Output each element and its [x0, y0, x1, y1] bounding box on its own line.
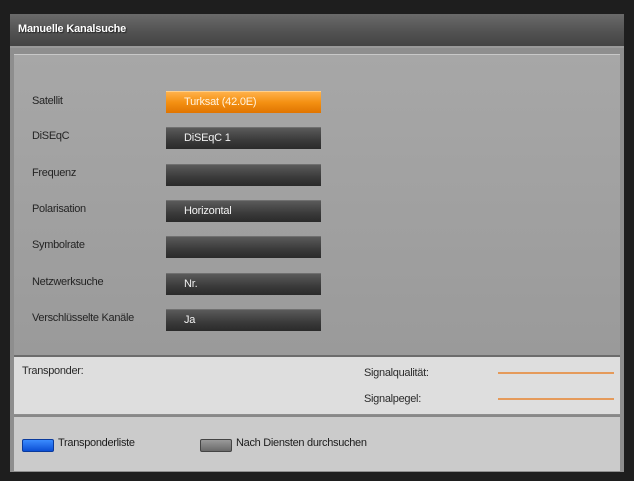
- signal-quality-meter: [498, 372, 614, 374]
- transponder-list-label: Transponderliste: [58, 437, 135, 449]
- symbolrate-label: Symbolrate: [32, 239, 85, 251]
- signal-level-label: Signalpegel:: [364, 393, 421, 405]
- signal-quality-label: Signalqualität:: [364, 367, 429, 379]
- transponder-label: Transponder:: [22, 365, 84, 377]
- encrypted-channels-label: Verschlüsselte Kanäle: [32, 312, 134, 324]
- tv-frame: Manuelle Kanalsuche Satellit Turksat (42…: [0, 0, 634, 481]
- frequency-field[interactable]: [166, 164, 321, 186]
- network-search-label: Netzwerksuche: [32, 276, 104, 288]
- key-legend: Transponderliste Nach Diensten durchsuch…: [14, 415, 620, 471]
- diseqc-field[interactable]: DiSEqC 1: [166, 127, 321, 149]
- polarisation-field[interactable]: Horizontal: [166, 200, 321, 222]
- symbolrate-field[interactable]: [166, 236, 321, 258]
- title-bar: Manuelle Kanalsuche: [10, 14, 624, 48]
- satellite-label: Satellit: [32, 95, 63, 107]
- encrypted-channels-field[interactable]: Ja: [166, 309, 321, 331]
- diseqc-label: DiSEqC: [32, 130, 70, 142]
- polarisation-label: Polarisation: [32, 203, 86, 215]
- signal-level-meter: [498, 398, 614, 400]
- window-title: Manuelle Kanalsuche: [18, 23, 127, 35]
- blue-key-icon[interactable]: [22, 439, 54, 452]
- osd-screen: Manuelle Kanalsuche Satellit Turksat (42…: [10, 14, 624, 472]
- satellite-field[interactable]: Turksat (42.0E): [166, 91, 321, 113]
- network-search-field[interactable]: Nr.: [166, 273, 321, 295]
- signal-info-panel: Transponder: Signalqualität: Signalpegel…: [14, 355, 620, 414]
- search-services-label: Nach Diensten durchsuchen: [236, 437, 367, 449]
- frequency-label: Frequenz: [32, 167, 77, 179]
- gray-key-icon[interactable]: [200, 439, 232, 452]
- manual-scan-form: Satellit Turksat (42.0E) DiSEqC DiSEqC 1…: [14, 54, 620, 356]
